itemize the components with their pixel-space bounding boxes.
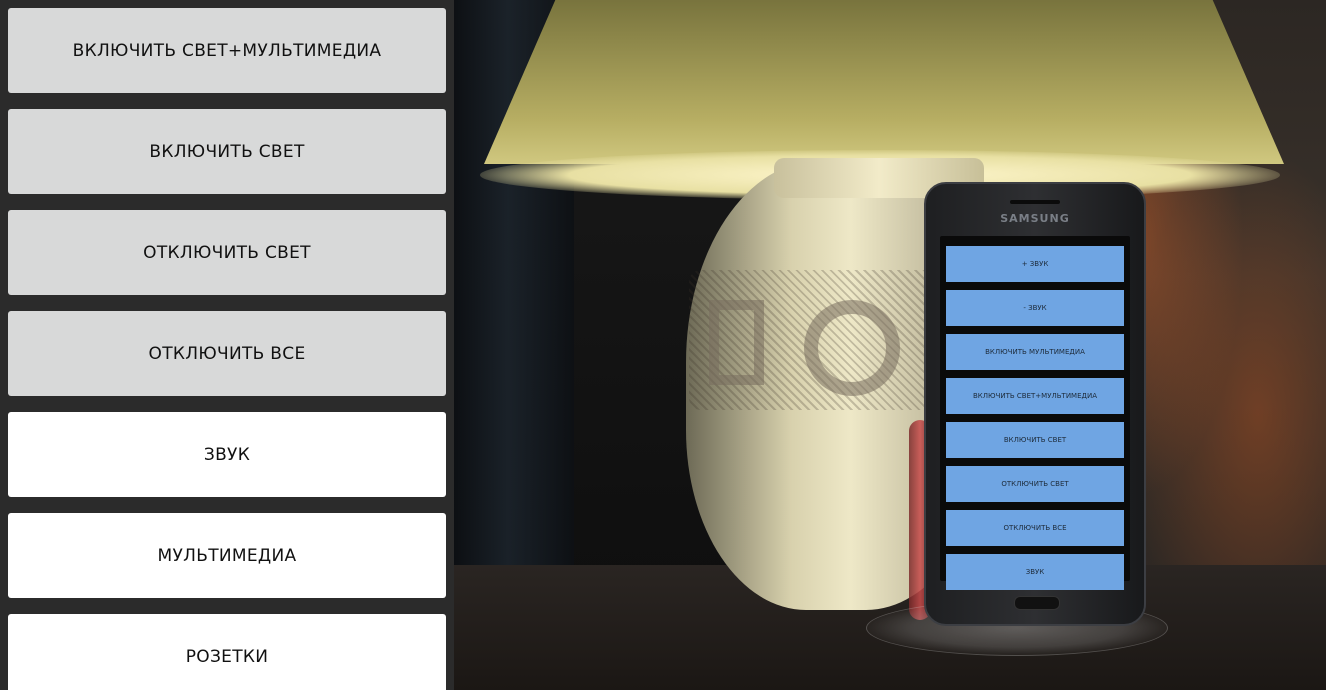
lamp-photo: SAMSUNG + ЗВУК - ЗВУК ВКЛЮЧИТЬ МУЛЬТИМЕД… xyxy=(454,0,1326,690)
sound-button[interactable]: ЗВУК xyxy=(8,412,446,497)
square-ornament xyxy=(709,300,764,385)
phone-home-button xyxy=(1014,596,1060,610)
multimedia-button[interactable]: МУЛЬТИМЕДИА xyxy=(8,513,446,598)
phone-button-all-off: ОТКЛЮЧИТЬ ВСЕ xyxy=(946,510,1124,546)
app-root: ВКЛЮЧИТЬ СВЕТ+МУЛЬТИМЕДИА ВКЛЮЧИТЬ СВЕТ … xyxy=(0,0,1326,690)
lights-and-multimedia-on-button[interactable]: ВКЛЮЧИТЬ СВЕТ+МУЛЬТИМЕДИА xyxy=(8,8,446,93)
ring-ornament xyxy=(804,300,900,396)
phone-button-volume-down: - ЗВУК xyxy=(946,290,1124,326)
smartphone: SAMSUNG + ЗВУК - ЗВУК ВКЛЮЧИТЬ МУЛЬТИМЕД… xyxy=(924,182,1146,626)
lights-on-button[interactable]: ВКЛЮЧИТЬ СВЕТ xyxy=(8,109,446,194)
phone-button-lights-on: ВКЛЮЧИТЬ СВЕТ xyxy=(946,422,1124,458)
lights-off-button[interactable]: ОТКЛЮЧИТЬ СВЕТ xyxy=(8,210,446,295)
phone-button-lights-multimedia-on: ВКЛЮЧИТЬ СВЕТ+МУЛЬТИМЕДИА xyxy=(946,378,1124,414)
phone-brand-logo: SAMSUNG xyxy=(1000,212,1070,225)
phone-button-multimedia-on: ВКЛЮЧИТЬ МУЛЬТИМЕДИА xyxy=(946,334,1124,370)
control-panel: ВКЛЮЧИТЬ СВЕТ+МУЛЬТИМЕДИА ВКЛЮЧИТЬ СВЕТ … xyxy=(0,0,454,690)
sockets-button[interactable]: РОЗЕТКИ xyxy=(8,614,446,690)
phone-button-lights-off: ОТКЛЮЧИТЬ СВЕТ xyxy=(946,466,1124,502)
phone-button-sound: ЗВУК xyxy=(946,554,1124,590)
phone-screen: + ЗВУК - ЗВУК ВКЛЮЧИТЬ МУЛЬТИМЕДИА ВКЛЮЧ… xyxy=(940,236,1130,590)
phone-speaker xyxy=(1010,200,1060,204)
phone-button-volume-up: + ЗВУК xyxy=(946,246,1124,282)
all-off-button[interactable]: ОТКЛЮЧИТЬ ВСЕ xyxy=(8,311,446,396)
